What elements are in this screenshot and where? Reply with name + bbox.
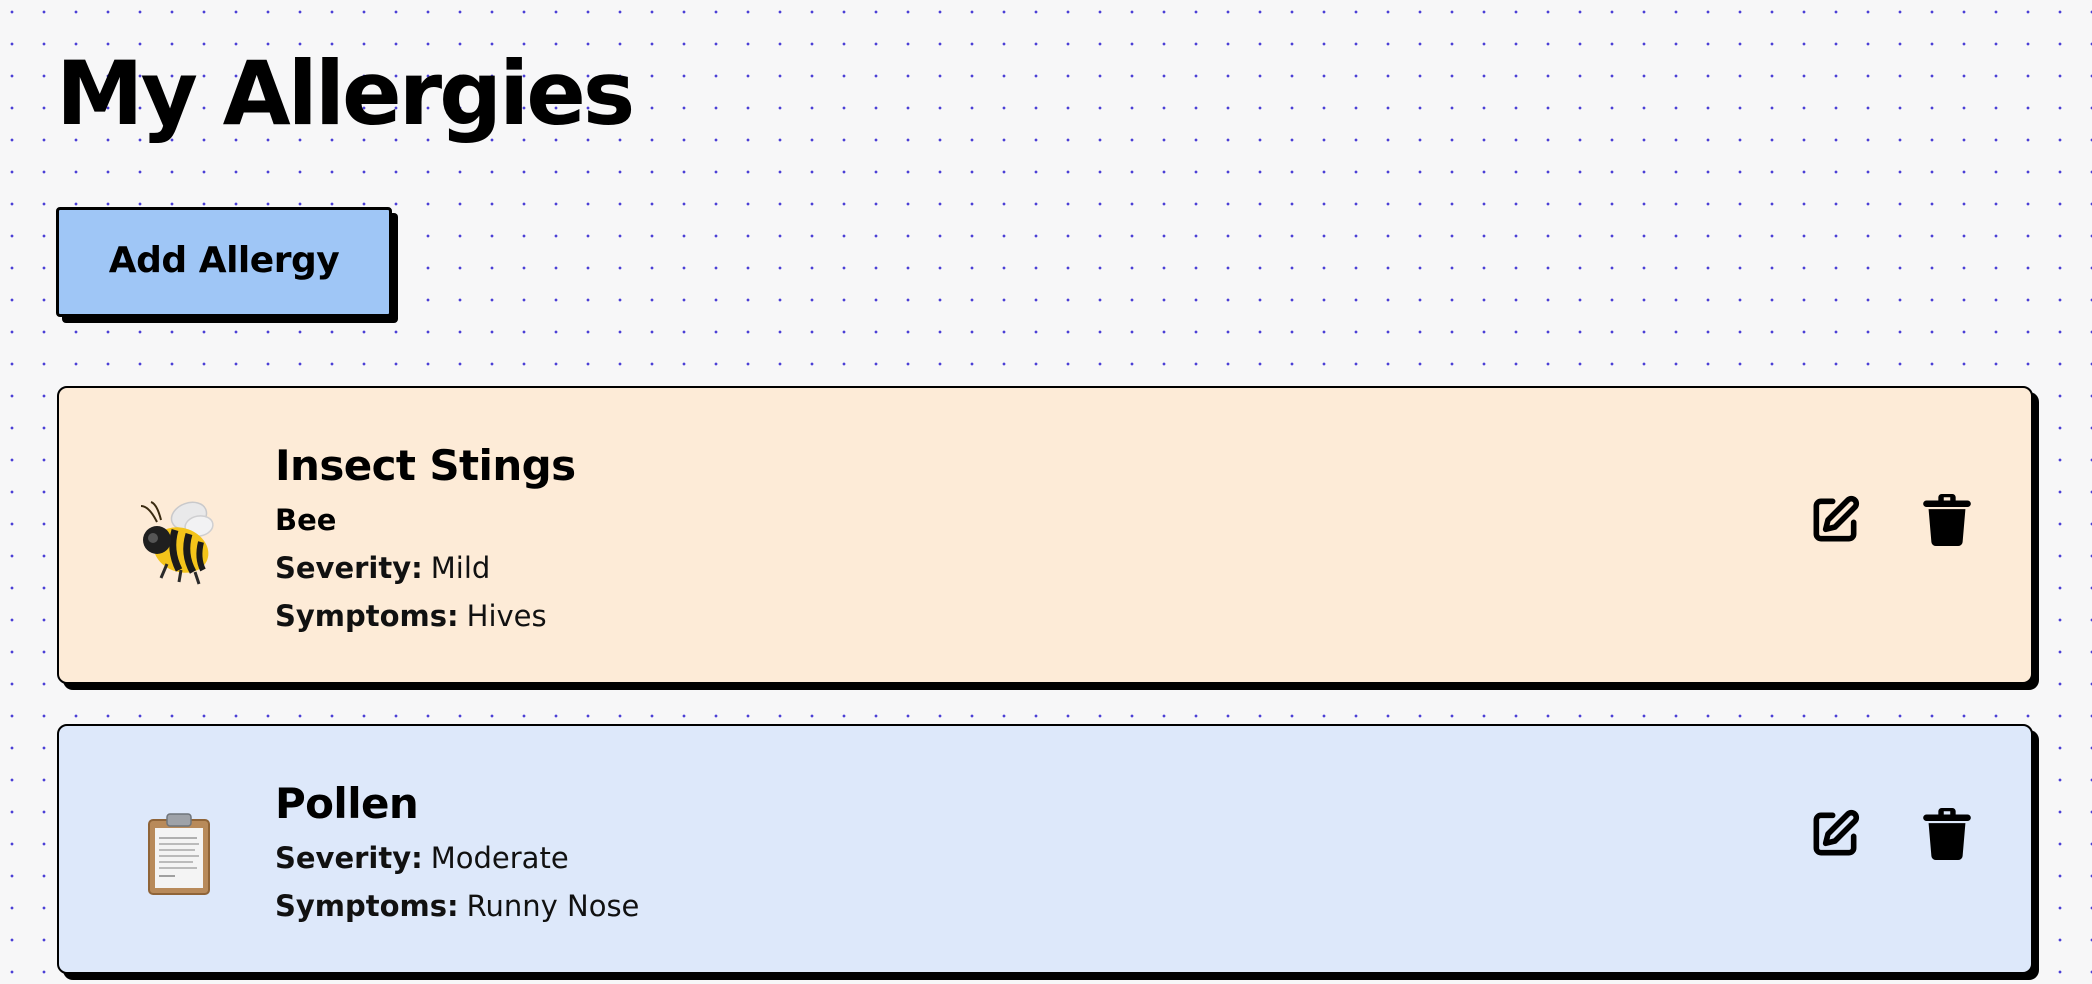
allergy-card-pollen: Pollen Severity: Moderate Symptoms: Runny … bbox=[57, 724, 2033, 974]
clipboard-icon bbox=[131, 806, 227, 902]
severity-label: Severity: bbox=[275, 841, 423, 875]
delete-button[interactable] bbox=[1915, 802, 1979, 866]
trash-icon bbox=[1923, 494, 1971, 547]
severity-row: Severity: Moderate bbox=[275, 834, 639, 882]
bee-icon bbox=[131, 492, 227, 588]
delete-button[interactable] bbox=[1915, 488, 1979, 552]
severity-value: Mild bbox=[430, 551, 491, 585]
edit-icon bbox=[1813, 809, 1860, 856]
allergy-title: Insect Stings bbox=[275, 441, 576, 490]
symptoms-row: Symptoms: Runny Nose bbox=[275, 882, 639, 930]
symptoms-value: Runny Nose bbox=[466, 889, 640, 923]
severity-label: Severity: bbox=[275, 551, 423, 585]
page-title: My Allergies bbox=[56, 42, 635, 145]
symptoms-value: Hives bbox=[466, 599, 547, 633]
symptoms-label: Symptoms: bbox=[275, 599, 459, 633]
allergy-title: Pollen bbox=[275, 779, 419, 828]
trash-icon bbox=[1923, 808, 1971, 861]
severity-row: Severity: Mild bbox=[275, 544, 576, 592]
edit-icon bbox=[1813, 495, 1860, 542]
allergy-card-insect-stings: Insect Stings Bee Severity: Mild Symptoms… bbox=[57, 386, 2033, 684]
add-allergy-button[interactable]: Add Allergy bbox=[56, 207, 392, 317]
allergy-details: Insect Stings Bee Severity: Mild Symptoms… bbox=[275, 438, 576, 640]
symptoms-label: Symptoms: bbox=[275, 889, 459, 923]
allergy-details: Pollen Severity: Moderate Symptoms: Runny … bbox=[275, 776, 639, 930]
edit-button[interactable] bbox=[1803, 488, 1867, 552]
allergy-subtype: Bee bbox=[275, 503, 337, 537]
edit-button[interactable] bbox=[1803, 802, 1867, 866]
severity-value: Moderate bbox=[430, 841, 569, 875]
symptoms-row: Symptoms: Hives bbox=[275, 592, 576, 640]
